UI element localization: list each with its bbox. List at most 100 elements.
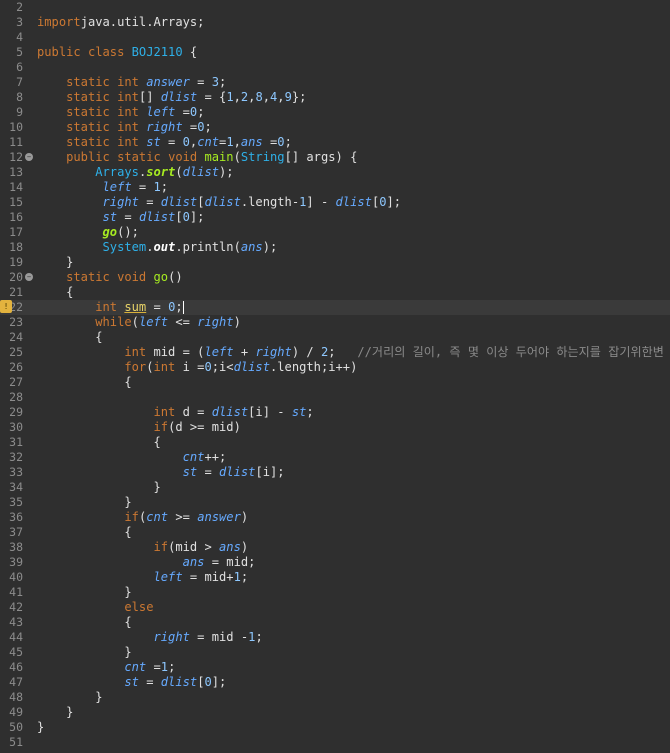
code-line[interactable]: 43 { xyxy=(0,615,670,630)
code-token: dlist xyxy=(211,405,249,419)
text-cursor xyxy=(182,301,184,314)
code-line[interactable]: 19 } xyxy=(0,255,670,270)
code-token: ans xyxy=(182,555,205,569)
code-token: st xyxy=(182,465,198,479)
code-token: { xyxy=(37,615,132,629)
code-token: if xyxy=(153,420,169,434)
code-token: int xyxy=(124,345,147,359)
code-token: (mid > xyxy=(168,540,220,554)
code-line[interactable]: 51 xyxy=(0,735,670,750)
code-text: Arrays.sort(dlist); xyxy=(37,165,233,180)
code-line[interactable]: 37 { xyxy=(0,525,670,540)
fold-toggle-icon[interactable]: − xyxy=(25,153,33,161)
code-text: if(mid > ans) xyxy=(37,540,249,555)
code-line[interactable]: 18 System.out.println(ans); xyxy=(0,240,670,255)
code-token: ; xyxy=(240,570,249,584)
code-line[interactable]: 47 st = dlist[0]; xyxy=(0,675,670,690)
code-line[interactable]: 17 go(); xyxy=(0,225,670,240)
code-token: left xyxy=(102,180,132,194)
code-token: () xyxy=(168,270,183,284)
code-line[interactable]: 36 if(cnt >= answer) xyxy=(0,510,670,525)
code-line[interactable]: 39 ans = mid; xyxy=(0,555,670,570)
code-line[interactable]: 46 cnt =1; xyxy=(0,660,670,675)
code-line[interactable]: 28 xyxy=(0,390,670,405)
line-number: 24 xyxy=(9,330,23,344)
code-line[interactable]: 24 { xyxy=(0,330,670,345)
code-token: int xyxy=(153,405,176,419)
code-line[interactable]: 40 left = mid+1; xyxy=(0,570,670,585)
code-token: dlist xyxy=(138,210,176,224)
code-text: st = dlist[i]; xyxy=(37,465,285,480)
code-line[interactable]: 26 for(int i =0;i<dlist.length;i++) xyxy=(0,360,670,375)
code-line[interactable]: 20− static void go() xyxy=(0,270,670,285)
code-line[interactable]: 30 if(d >= mid) xyxy=(0,420,670,435)
code-line[interactable]: 48 } xyxy=(0,690,670,705)
fold-toggle-icon[interactable]: − xyxy=(25,273,33,281)
code-line[interactable]: 4 xyxy=(0,30,670,45)
code-token: , xyxy=(277,90,285,104)
code-line[interactable]: 23 while(left <= right) xyxy=(0,315,670,330)
code-token: [ xyxy=(175,210,183,224)
code-token: ( xyxy=(131,315,139,329)
code-line[interactable]: 42 else xyxy=(0,600,670,615)
line-number: 44 xyxy=(9,630,23,644)
code-token: 1 xyxy=(233,570,241,584)
code-line[interactable]: 45 } xyxy=(0,645,670,660)
code-line[interactable]: 32 cnt++; xyxy=(0,450,670,465)
code-token: main xyxy=(204,150,234,164)
code-token: right xyxy=(146,120,183,134)
code-line[interactable]: 13 Arrays.sort(dlist); xyxy=(0,165,670,180)
code-token: .length- xyxy=(240,195,300,209)
code-line[interactable]: 41 } xyxy=(0,585,670,600)
code-line[interactable]: 2 xyxy=(0,0,670,15)
code-token: left xyxy=(204,345,234,359)
code-token: static xyxy=(66,105,110,119)
code-line[interactable]: 50} xyxy=(0,720,670,735)
code-token: int xyxy=(117,120,139,134)
code-token: ; xyxy=(168,660,176,674)
line-number: 18 xyxy=(9,240,23,254)
code-token: int xyxy=(117,75,139,89)
code-line[interactable]: 16 st = dlist[0]; xyxy=(0,210,670,225)
code-line[interactable]: 21 { xyxy=(0,285,670,300)
code-text: { xyxy=(37,525,131,540)
code-line[interactable]: 31 { xyxy=(0,435,670,450)
code-token: left xyxy=(146,105,176,119)
code-line[interactable]: 34 } xyxy=(0,480,670,495)
code-line[interactable]: 5 public class BOJ2110 { xyxy=(0,45,670,60)
code-token: st xyxy=(291,405,307,419)
lightbulb-warning-icon[interactable]: ! xyxy=(0,300,12,313)
code-line[interactable]: 3 importjava.util.Arrays; xyxy=(0,15,670,30)
code-line[interactable]: 25 int mid = (left + right) / 2; //거리의 길… xyxy=(0,345,670,360)
code-line[interactable]: 15 right = dlist[dlist.length-1] - dlist… xyxy=(0,195,670,210)
code-line[interactable]: 44 right = mid -1; xyxy=(0,630,670,645)
code-line[interactable]: 27 { xyxy=(0,375,670,390)
code-line[interactable]: 7 static int answer = 3; xyxy=(0,75,670,90)
code-line[interactable]: 6 xyxy=(0,60,670,75)
code-token: right xyxy=(102,195,139,209)
code-line[interactable]: 33 st = dlist[i]; xyxy=(0,465,670,480)
code-editor[interactable]: 2 3 importjava.util.Arrays; 4 5 public class … xyxy=(0,0,670,753)
code-text: static int right =0; xyxy=(37,120,212,135)
code-line[interactable]: 35 } xyxy=(0,495,670,510)
code-line[interactable]: 11 static int st = 0,cnt=1,ans =0; xyxy=(0,135,670,150)
code-line[interactable]: 12− public static void main(String[] arg… xyxy=(0,150,670,165)
code-text: int mid = (left + right) / 2; //거리의 길이, … xyxy=(37,345,663,360)
code-token: cnt xyxy=(197,135,220,149)
code-line[interactable]: 10 static int right =0; xyxy=(0,120,670,135)
code-token: dlist xyxy=(182,165,220,179)
code-line[interactable]: 14 left = 1; xyxy=(0,180,670,195)
code-line[interactable]: 38 if(mid > ans) xyxy=(0,540,670,555)
code-line[interactable]: 22! int sum = 0; xyxy=(0,300,670,315)
code-line[interactable]: 8 static int[] dlist = {1,2,8,4,9}; xyxy=(0,90,670,105)
code-line[interactable]: 9 static int left =0; xyxy=(0,105,670,120)
code-line[interactable]: 29 int d = dlist[i] - st; xyxy=(0,405,670,420)
code-line[interactable]: 49 } xyxy=(0,705,670,720)
